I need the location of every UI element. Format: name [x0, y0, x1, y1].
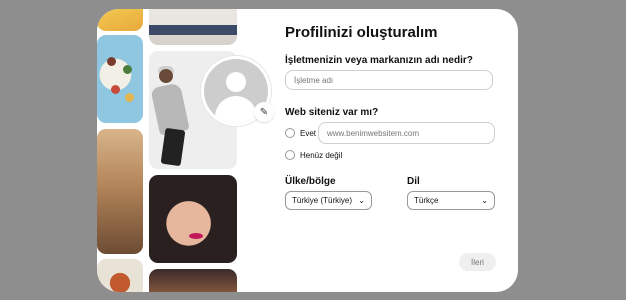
country-value: Türkiye (Türkiye)	[292, 196, 353, 205]
create-profile-modal: ✎ Profilinizi oluşturalım İşletmenizin v…	[97, 9, 518, 292]
website-no-label[interactable]: Henüz değil	[300, 151, 342, 160]
chevron-down-icon: ⌄	[358, 196, 365, 205]
website-question-label: Web siteniz var mı?	[285, 107, 379, 118]
inspiration-photo-grid	[97, 9, 240, 292]
country-select[interactable]: Türkiye (Türkiye) ⌄	[285, 191, 372, 210]
edit-avatar-button[interactable]: ✎	[254, 102, 274, 122]
website-no-radio[interactable]	[285, 150, 295, 160]
avatar-head	[226, 72, 246, 92]
page-title: Profilinizi oluşturalım	[285, 24, 438, 41]
profile-form: Profilinizi oluşturalım İşletmenizin vey…	[285, 9, 518, 292]
person-head	[159, 69, 173, 83]
photo-tile-food	[97, 35, 143, 123]
website-yes-label[interactable]: Evet	[300, 129, 316, 138]
country-label: Ülke/bölge	[285, 176, 336, 187]
photo-tile-interior	[149, 9, 237, 45]
photo-tile-dish	[97, 259, 143, 292]
business-name-input[interactable]	[285, 70, 493, 90]
business-name-label: İşletmenizin veya markanızın adı nedir?	[285, 55, 473, 66]
photo-tile-lights	[149, 269, 237, 292]
website-url-input[interactable]	[318, 122, 495, 144]
language-label: Dil	[407, 176, 420, 187]
photo-tile-playground	[97, 129, 143, 254]
next-button[interactable]: İleri	[459, 253, 496, 271]
avatar-body	[215, 96, 257, 123]
pencil-icon: ✎	[259, 106, 269, 118]
language-select[interactable]: Türkçe ⌄	[407, 191, 495, 210]
portrait-lips	[189, 233, 203, 239]
person-legs	[160, 127, 186, 167]
photo-tile-portrait	[149, 175, 237, 263]
chevron-down-icon: ⌄	[481, 196, 488, 205]
language-value: Türkçe	[414, 196, 439, 205]
website-yes-radio[interactable]	[285, 128, 295, 138]
photo-tile	[97, 9, 143, 31]
